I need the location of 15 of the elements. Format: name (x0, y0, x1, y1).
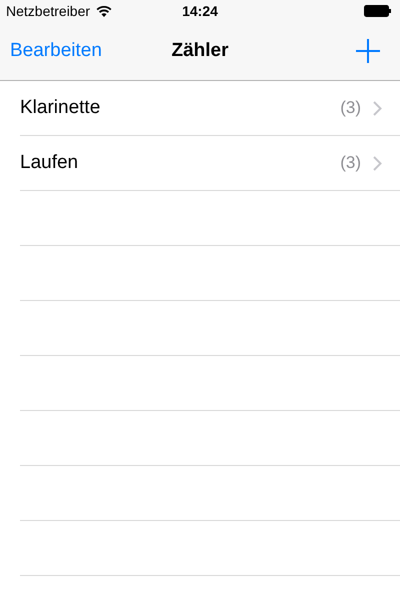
wifi-icon (96, 5, 112, 17)
row-count: (3) (340, 97, 361, 120)
edit-button[interactable]: Bearbeiten (10, 36, 102, 66)
add-icon[interactable] (356, 39, 380, 63)
chevron-icon (373, 100, 382, 116)
battery-icon (364, 5, 391, 17)
carrier-name: Netzbetreiber (6, 2, 90, 20)
nav-title: Zähler (171, 38, 229, 63)
row-title: Laufen (20, 150, 78, 175)
list-row[interactable]: Klarinette (3) (20, 81, 400, 136)
chevron-icon (373, 156, 382, 170)
list-row[interactable]: Laufen (3) (20, 136, 400, 191)
row-count: (3) (340, 152, 361, 174)
row-title: Klarinette (20, 96, 100, 120)
clock-time: 14:24 (182, 2, 218, 20)
